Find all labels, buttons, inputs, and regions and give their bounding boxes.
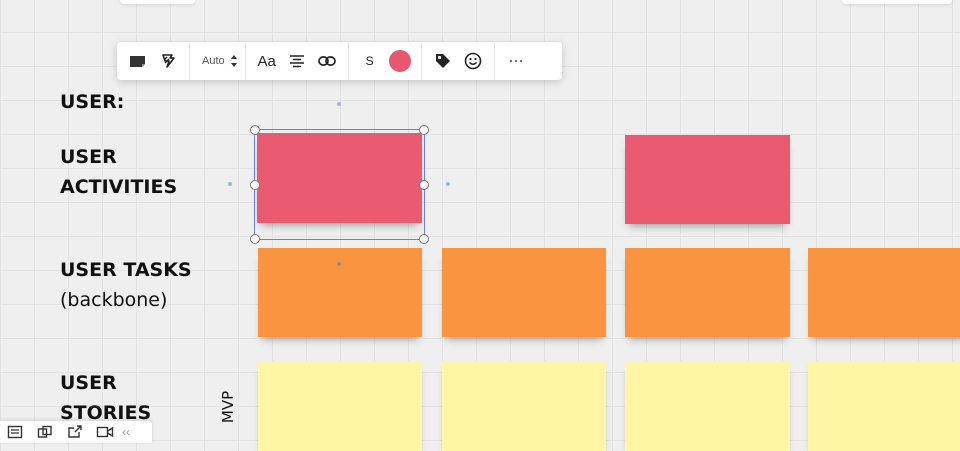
task-sticky-3[interactable] <box>625 248 790 337</box>
share-button[interactable] <box>60 422 90 442</box>
text-format-group: Aa <box>246 42 349 80</box>
font-size-group: Auto <box>190 42 246 80</box>
size-label: S <box>365 54 374 68</box>
size-button[interactable]: S <box>355 46 385 76</box>
sticky-shape-button[interactable] <box>123 46 153 76</box>
size-color-group: S <box>349 42 422 80</box>
story-sticky-1[interactable] <box>258 361 422 451</box>
stepper-icon[interactable] <box>229 51 239 71</box>
resize-handle-top-left[interactable] <box>250 125 260 135</box>
user-stories-label[interactable]: USER STORIES <box>60 368 151 428</box>
board-list-icon <box>7 425 23 439</box>
user-activities-label[interactable]: USER ACTIVITIES <box>60 142 177 202</box>
task-sticky-2[interactable] <box>442 248 606 337</box>
board-list-button[interactable] <box>0 422 30 442</box>
resize-handle-right[interactable] <box>419 180 429 190</box>
font-label: Aa <box>257 52 276 70</box>
activities-line2: ACTIVITIES <box>60 176 178 198</box>
sticky-style-button[interactable] <box>153 46 183 76</box>
share-icon <box>68 425 82 438</box>
tag-button[interactable] <box>428 46 458 76</box>
sticky-context-toolbar: Auto Aa S <box>117 42 562 80</box>
color-swatch <box>388 50 411 72</box>
tag-emoji-group <box>422 42 495 80</box>
story-sticky-3[interactable] <box>625 361 790 451</box>
more-button[interactable] <box>501 46 531 76</box>
selection-box <box>254 129 425 240</box>
tag-icon <box>435 54 450 68</box>
stories-line1: USER <box>60 372 117 394</box>
sticky-shape-icon <box>130 56 145 67</box>
frames-button[interactable] <box>30 422 60 442</box>
connector-anchor-bottom[interactable] <box>337 262 341 266</box>
connector-anchor-left[interactable] <box>228 182 232 186</box>
user-row-label[interactable]: USER: <box>60 87 124 117</box>
tasks-line1: USER TASKS <box>60 259 192 281</box>
activities-line1: USER <box>60 146 117 168</box>
font-size-value[interactable]: Auto <box>196 55 229 67</box>
link-icon <box>317 56 336 66</box>
user-tasks-label[interactable]: USER TASKS (backbone) <box>60 255 192 315</box>
task-sticky-4[interactable] <box>808 248 960 337</box>
video-button[interactable] <box>90 422 120 442</box>
collapse-button[interactable]: ‹‹ <box>122 425 130 439</box>
top-toolbar-edge-left <box>120 0 195 4</box>
top-toolbar-edge-right <box>842 0 952 4</box>
more-icon <box>509 59 522 63</box>
shape-group <box>117 42 190 80</box>
mvp-label[interactable]: MVP <box>218 384 252 428</box>
font-button[interactable]: Aa <box>252 46 282 76</box>
story-sticky-2[interactable] <box>442 361 606 451</box>
sticky-style-icon <box>162 54 175 68</box>
emoji-button[interactable] <box>458 46 488 76</box>
video-icon <box>96 426 114 438</box>
story-sticky-4[interactable] <box>808 361 960 451</box>
color-button[interactable] <box>385 46 415 76</box>
connector-anchor-right[interactable] <box>446 182 450 186</box>
resize-handle-bottom-left[interactable] <box>250 234 260 244</box>
frames-icon <box>37 425 52 438</box>
resize-handle-left[interactable] <box>250 180 260 190</box>
connector-anchor-top[interactable] <box>337 102 341 106</box>
activity-sticky-2[interactable] <box>625 135 790 224</box>
tasks-line2: (backbone) <box>60 289 168 311</box>
align-button[interactable] <box>282 46 312 76</box>
emoji-icon <box>464 52 481 70</box>
more-group <box>495 42 537 80</box>
resize-handle-top-right[interactable] <box>419 125 429 135</box>
resize-handle-bottom-right[interactable] <box>419 234 429 244</box>
align-center-icon <box>289 55 304 68</box>
link-button[interactable] <box>312 46 342 76</box>
